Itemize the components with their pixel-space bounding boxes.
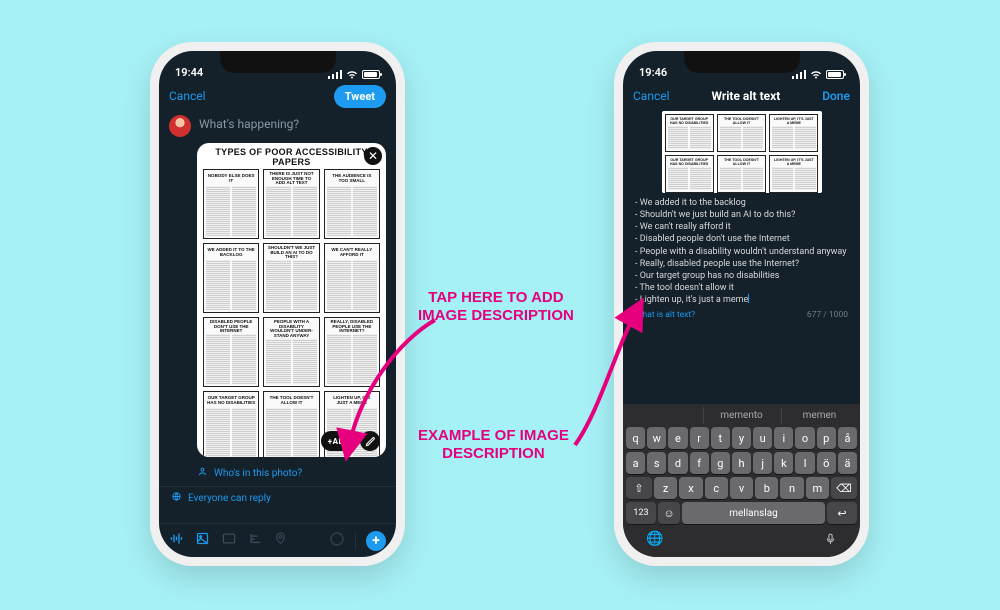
paper-card: OUR TARGET GROUP HAS NO DISABILITIES [665,114,714,152]
key[interactable]: mellanslag [682,502,825,524]
compose-input[interactable]: What's happening? [199,115,299,137]
key[interactable]: k [774,452,793,474]
paper-card: DISABLED PEOPLE DON'T USE THE INTERNET [203,317,259,387]
arrow-to-example [560,300,680,455]
key[interactable]: 123 [626,502,656,524]
key[interactable]: v [730,477,753,499]
screen-compose: 19:44 Cancel Tweet What's happening? TYP… [159,51,396,557]
key[interactable]: d [668,452,687,474]
key[interactable]: ☺ [658,502,680,524]
key[interactable]: ö [817,452,836,474]
paper-card: LIGHTEN UP, IT'S JUST A MEME [769,114,818,152]
wifi-icon [810,70,822,79]
key[interactable]: i [774,427,793,449]
key[interactable]: s [647,452,666,474]
wifi-icon [346,70,358,79]
key[interactable]: l [795,452,814,474]
key[interactable]: x [679,477,702,499]
mic-key[interactable] [824,531,837,551]
key[interactable]: p [817,427,836,449]
key[interactable]: f [690,452,709,474]
key[interactable]: h [732,452,751,474]
char-count: 677 / 1000 [807,310,848,320]
signal-icon [328,70,342,79]
phone-compose: 19:44 Cancel Tweet What's happening? TYP… [150,42,405,566]
paper-card: WE CAN'T REALLY AFFORD IT [324,243,380,313]
key[interactable]: å [838,427,857,449]
key[interactable]: ä [838,452,857,474]
char-progress-icon [329,531,345,551]
key[interactable]: r [690,427,709,449]
suggestion[interactable]: memen [781,407,857,424]
globe-icon [171,491,182,505]
signal-icon [792,70,806,79]
done-button[interactable]: Done [822,89,850,103]
paper-card: THE TOOL DOESN'T ALLOW IT [717,114,766,152]
paper-card: NOBODY ELSE DOES IT [203,169,259,239]
gif-icon[interactable] [221,531,237,550]
paper-card: THERE IS JUST NOT ENOUGH TIME TO ADD ALT… [263,169,319,239]
paper-card: SHOULDN'T WE JUST BUILD AN AI TO DO THIS… [263,243,319,313]
paper-card: LIGHTEN UP, IT'S JUST A MEME [769,155,818,193]
globe-key[interactable]: 🌐 [646,531,663,551]
key[interactable]: u [753,427,772,449]
key[interactable]: o [795,427,814,449]
cancel-button[interactable]: Cancel [169,89,206,103]
key[interactable]: ⌫ [831,477,857,499]
tweet-button[interactable]: Tweet [334,85,386,108]
poll-icon[interactable] [248,531,263,550]
status-time: 19:44 [175,66,203,79]
paper-card: OUR TARGET GROUP HAS NO DISABILITIES [665,155,714,193]
key[interactable]: t [711,427,730,449]
compose-row: What's happening? [159,111,396,143]
battery-icon [362,70,380,79]
suggestion[interactable]: memento [703,407,779,424]
notch [220,51,336,73]
key[interactable]: a [626,452,645,474]
attachment-title: TYPES OF POOR ACCESSIBILITY PAPERS [197,143,386,169]
compose-navbar: Cancel Tweet [159,81,396,111]
audio-icon[interactable] [169,531,184,550]
remove-image-button[interactable]: ✕ [364,147,382,165]
paper-card: WE ADDED IT TO THE BACKLOG [203,243,259,313]
key[interactable]: j [753,452,772,474]
key[interactable]: m [806,477,829,499]
add-thread-button[interactable]: + [366,531,386,551]
image-icon[interactable] [195,531,210,550]
toolbar-divider [355,532,356,550]
paper-card: THE TOOL DOESN'T ALLOW IT [717,155,766,193]
key[interactable]: g [711,452,730,474]
location-icon[interactable] [274,531,287,550]
battery-icon [826,70,844,79]
key[interactable]: n [780,477,803,499]
paper-card: OUR TARGET GROUP HAS NO DISABILITIES [203,391,259,457]
cancel-button[interactable]: Cancel [633,89,670,103]
alttext-navbar: Cancel Write alt text Done [623,81,860,111]
key[interactable]: c [705,477,728,499]
arrow-to-alt-button [340,310,460,470]
key[interactable]: ⇧ [626,477,652,499]
key[interactable]: y [732,427,751,449]
key[interactable]: ↩ [827,502,857,524]
paper-card: THE TOOL DOESN'T ALLOW IT [263,391,319,457]
key[interactable]: z [654,477,677,499]
compose-toolbar: + [159,523,396,557]
paper-card: PEOPLE WITH A DISABILITY WOULDN'T UNDER-… [263,317,319,387]
image-preview[interactable]: OUR TARGET GROUP HAS NO DISABILITIESTHE … [662,111,822,193]
reply-scope-row[interactable]: Everyone can reply [159,486,396,509]
alt-text-input[interactable]: - We added it to the backlog - Shouldn't… [623,197,860,306]
text-caret [748,294,749,303]
avatar[interactable] [169,115,191,137]
reply-scope-label: Everyone can reply [188,493,271,504]
tag-people-label: Who's in this photo? [214,468,302,479]
person-icon [197,466,208,480]
notch [684,51,800,73]
paper-card: THE AUDIENCE IS TOO SMALL [324,169,380,239]
key[interactable]: b [755,477,778,499]
status-time: 19:46 [639,66,667,79]
page-title: Write alt text [711,89,780,103]
